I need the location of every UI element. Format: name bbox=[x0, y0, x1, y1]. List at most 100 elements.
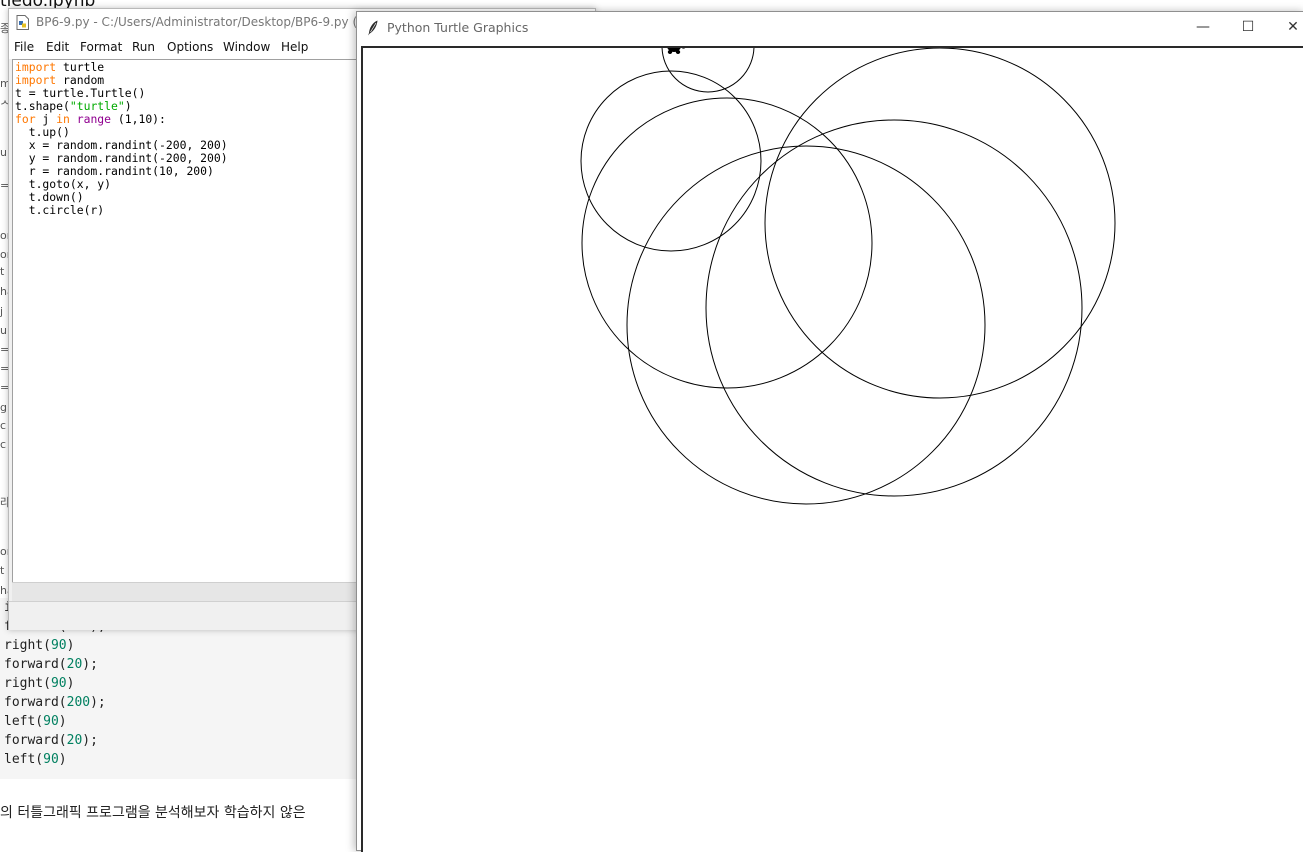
notebook-fragment: j bbox=[0, 305, 4, 318]
code-token: 200 bbox=[66, 695, 91, 710]
minimize-icon: — bbox=[1196, 19, 1210, 35]
turtle-shape-part bbox=[675, 50, 681, 54]
notebook-prose-text: 의 터틀그래픽 프로그램을 분석해보자 학습하지 않은 bbox=[0, 805, 306, 821]
notebook-fragment: ᄉ bbox=[0, 99, 8, 112]
menu-item-file[interactable]: File bbox=[14, 40, 34, 54]
menu-item-options[interactable]: Options bbox=[167, 40, 213, 54]
code-token: turtle bbox=[56, 60, 105, 74]
notebook-code-line: forward(20); bbox=[4, 657, 98, 672]
code-token: ) bbox=[66, 638, 75, 653]
turtle-titlebar[interactable]: Python Turtle Graphics — ☐ ✕ bbox=[357, 12, 1303, 45]
code-token: y = random.randint(-200, 200) bbox=[15, 151, 228, 165]
menu-item-run[interactable]: Run bbox=[132, 40, 155, 54]
menu-item-format[interactable]: Format bbox=[80, 40, 122, 54]
turtle-drawing bbox=[580, 48, 1116, 505]
menu-item-window[interactable]: Window bbox=[223, 40, 270, 54]
turtle-canvas[interactable] bbox=[361, 46, 1303, 852]
turtle-shape-part bbox=[667, 50, 673, 54]
code-token: x = random.randint(-200, 200) bbox=[15, 138, 228, 152]
code-token: t.up() bbox=[15, 125, 70, 139]
code-token: ); bbox=[90, 695, 106, 710]
notebook-code-line: right(90) bbox=[4, 638, 74, 653]
feather-icon bbox=[368, 20, 378, 36]
python-file-icon bbox=[16, 15, 29, 30]
notebook-fragment: = bbox=[0, 381, 8, 394]
code-token: 90 bbox=[43, 752, 59, 767]
notebook-fragment: g bbox=[0, 401, 7, 414]
drawn-circle bbox=[626, 145, 986, 505]
code-token: j bbox=[35, 112, 57, 126]
code-token: import bbox=[15, 73, 57, 87]
notebook-fragment: = bbox=[0, 179, 8, 192]
code-token: forward( bbox=[4, 733, 67, 748]
code-token: t.goto(x, y) bbox=[15, 177, 112, 191]
turtle-shape-part bbox=[681, 48, 686, 49]
notebook-code-line: right(90) bbox=[4, 676, 74, 691]
drawn-circle bbox=[764, 48, 1116, 399]
code-token: left( bbox=[4, 752, 44, 767]
code-token: 90 bbox=[50, 676, 67, 691]
code-token: ); bbox=[82, 657, 98, 672]
code-token: right( bbox=[4, 676, 51, 691]
drawn-circle bbox=[581, 97, 873, 389]
code-token: forward( bbox=[4, 695, 67, 710]
notebook-code-line: forward(200); bbox=[4, 695, 106, 710]
code-token: t.circle(r) bbox=[15, 203, 105, 217]
close-button[interactable]: ✕ bbox=[1270, 12, 1303, 42]
drawn-circle bbox=[705, 119, 1083, 497]
notebook-fragment: or bbox=[0, 545, 8, 558]
code-token: t.shape( bbox=[15, 99, 70, 113]
code-token: left( bbox=[4, 714, 44, 729]
drawn-circle bbox=[661, 48, 755, 93]
notebook-fragment: t bbox=[0, 564, 5, 577]
code-token: ) bbox=[124, 99, 132, 113]
notebook-fragment: c bbox=[0, 419, 7, 432]
turtle-window-title: Python Turtle Graphics bbox=[387, 20, 529, 35]
code-token: 90 bbox=[50, 638, 67, 653]
turtle-graphics-window[interactable]: Python Turtle Graphics — ☐ ✕ bbox=[356, 11, 1303, 852]
code-line: t.circle(r) bbox=[15, 204, 104, 217]
notebook-fragment: ha bbox=[0, 584, 8, 597]
close-icon: ✕ bbox=[1287, 19, 1299, 35]
code-token: range bbox=[76, 112, 112, 126]
notebook-fragment: or bbox=[0, 248, 8, 261]
minimize-button[interactable]: — bbox=[1180, 12, 1226, 42]
code-token: ) bbox=[58, 714, 67, 729]
code-token: right( bbox=[4, 638, 51, 653]
notebook-code-line: left(90) bbox=[4, 752, 67, 767]
notebook-fragment: = bbox=[0, 362, 8, 375]
maximize-icon: ☐ bbox=[1241, 19, 1255, 35]
turtle-cursor-icon bbox=[667, 48, 686, 54]
notebook-fragment: u bbox=[0, 324, 7, 337]
menu-item-edit[interactable]: Edit bbox=[46, 40, 69, 54]
code-token: r = random.randint(10, 200) bbox=[15, 164, 214, 178]
notebook-fragment: t bbox=[0, 265, 5, 278]
code-token: t.down() bbox=[15, 190, 84, 204]
notebook-fragment: c bbox=[0, 438, 7, 451]
notebook-fragment: or bbox=[0, 229, 8, 242]
notebook-fragment: ha bbox=[0, 285, 8, 298]
code-token: ) bbox=[58, 752, 67, 767]
code-token: 90 bbox=[43, 714, 59, 729]
code-token: (1,10): bbox=[111, 112, 166, 126]
code-token: 20 bbox=[66, 657, 83, 672]
code-token: in bbox=[56, 112, 70, 126]
code-token: for bbox=[15, 112, 36, 126]
notebook-fragment: = bbox=[0, 343, 8, 356]
menu-item-help[interactable]: Help bbox=[281, 40, 308, 54]
notebook-code-line: forward(20); bbox=[4, 733, 98, 748]
code-token: random bbox=[56, 73, 105, 87]
code-token: ) bbox=[66, 676, 75, 691]
code-token: 20 bbox=[66, 733, 83, 748]
code-token: import bbox=[15, 60, 57, 74]
code-token: ); bbox=[82, 733, 98, 748]
maximize-button[interactable]: ☐ bbox=[1225, 12, 1271, 42]
notebook-fragment: m bbox=[0, 77, 8, 90]
code-token: forward( bbox=[4, 657, 67, 672]
notebook-code-line: left(90) bbox=[4, 714, 67, 729]
notebook-fragment: 라 bbox=[0, 496, 8, 509]
code-token: t = turtle.Turtle() bbox=[15, 86, 146, 100]
notebook-fragment: 종 bbox=[0, 22, 8, 35]
code-token: "turtle" bbox=[69, 99, 125, 113]
